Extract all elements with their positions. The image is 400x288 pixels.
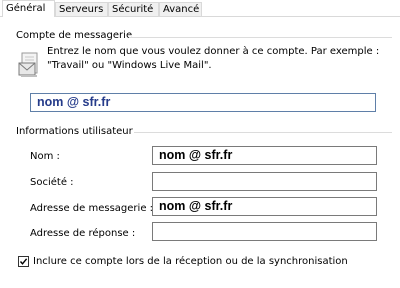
mail-account-icon	[18, 52, 40, 78]
tab-advanced[interactable]: Avancé	[159, 2, 202, 16]
tab-bar-divider	[0, 16, 400, 17]
include-sync-label[interactable]: Inclure ce compte lors de la réception o…	[33, 256, 348, 267]
include-sync-checkbox[interactable]	[18, 256, 29, 267]
checkmark-icon	[19, 258, 28, 265]
user-info-group-divider	[134, 132, 392, 133]
tab-security[interactable]: Sécurité	[108, 2, 159, 16]
tab-servers[interactable]: Serveurs	[55, 2, 108, 16]
tab-general[interactable]: Général	[2, 0, 55, 17]
account-description: Entrez le nom que vous voulez donner à c…	[47, 46, 380, 71]
name-input[interactable]: nom @ sfr.fr	[152, 146, 377, 165]
tab-bar: Général Serveurs Sécurité Avancé	[0, 0, 400, 17]
company-input[interactable]	[152, 172, 377, 191]
reply-address-input[interactable]	[152, 222, 377, 241]
email-input[interactable]: nom @ sfr.fr	[152, 197, 377, 216]
account-group-divider	[129, 37, 392, 38]
reply-address-label: Adresse de réponse :	[30, 228, 136, 239]
email-label: Adresse de messagerie :	[30, 203, 154, 214]
name-label: Nom :	[30, 151, 60, 162]
user-info-group-title: Informations utilisateur	[16, 126, 133, 137]
account-group-title: Compte de messagerie	[16, 30, 133, 41]
company-label: Société :	[30, 177, 74, 188]
account-name-input[interactable]: nom @ sfr.fr	[30, 93, 376, 112]
